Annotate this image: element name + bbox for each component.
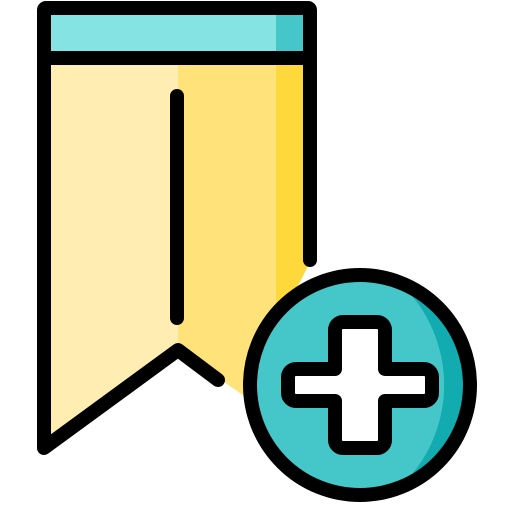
add-bookmark-icon bbox=[37, 1, 477, 502]
bookmark-body-light bbox=[44, 58, 178, 448]
plus-circle-icon bbox=[243, 268, 477, 502]
bookmark-cap-light bbox=[44, 8, 310, 58]
icon-canvas bbox=[0, 0, 512, 512]
